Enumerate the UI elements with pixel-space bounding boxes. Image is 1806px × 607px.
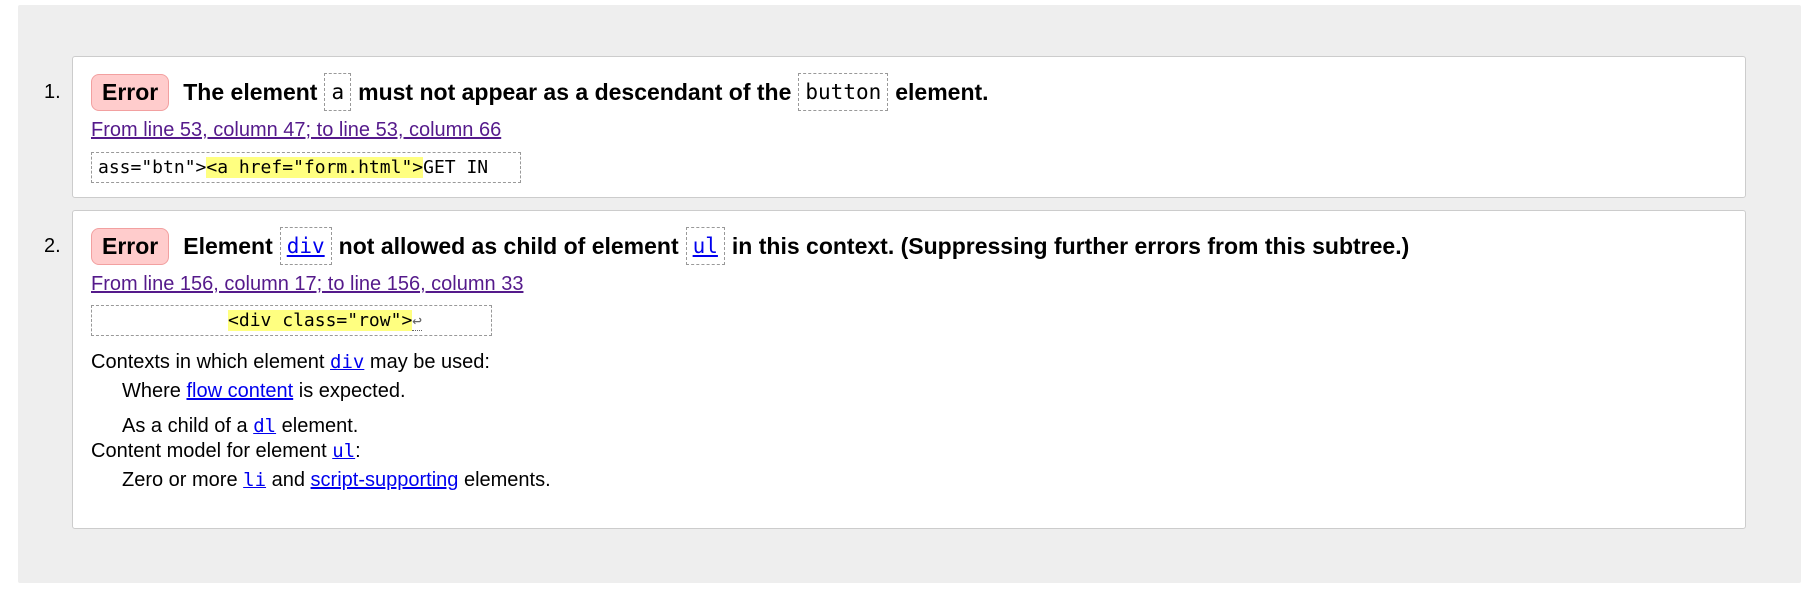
div-element-link[interactable]: div [330, 351, 364, 373]
script-supporting-link[interactable]: script-supporting [311, 469, 459, 491]
zero-or-more-line: Zero or more li and script-supporting el… [91, 469, 551, 492]
details-text: Zero or more [122, 469, 238, 491]
line-feed-marker: ↩ [412, 311, 422, 331]
result-number: 1. [44, 81, 61, 103]
results-list: 1. Error The element a must not appear a… [18, 56, 1801, 541]
details-text: Where [122, 380, 181, 402]
result-item-2: 2. Error Element div not allowed as chil… [44, 210, 1746, 529]
extract-before: ass="btn"> [98, 157, 207, 178]
details-text: and [271, 469, 305, 491]
element-code: div [279, 227, 332, 265]
location-link[interactable]: From line 53, column 47; to line 53, col… [91, 119, 501, 142]
details-text: As a child of a [122, 415, 248, 437]
details-text: : [355, 440, 361, 462]
extract-highlight: <a href="form.html"> [206, 157, 424, 178]
dl-element-link[interactable]: dl [253, 415, 276, 437]
message-text: in this context. (Suppressing further er… [731, 232, 1410, 259]
code-extract: <div class="row">↩ [91, 305, 492, 336]
element-code: ul [685, 227, 725, 265]
where-line: Where flow content is expected. [91, 380, 406, 403]
details-text: element. [281, 415, 359, 437]
content-model-heading: Content model for element ul: [91, 440, 361, 463]
flow-content-link[interactable]: flow content [186, 380, 293, 402]
element-code: button [798, 73, 889, 111]
error-badge: Error [91, 227, 170, 265]
details-text: Contexts in which element [91, 351, 325, 373]
error-badge: Error [91, 73, 170, 111]
result-number: 2. [44, 235, 61, 257]
error-message: Error The element a must not appear as a… [91, 73, 989, 111]
error-message: Error Element div not allowed as child o… [91, 227, 1409, 265]
validation-results-panel: 1. Error The element a must not appear a… [18, 5, 1801, 583]
extract-highlight: <div class="row"> [228, 310, 413, 331]
extract-after: GET IN [423, 157, 489, 178]
message-text: Element [183, 232, 273, 259]
element-code-link[interactable]: ul [693, 234, 718, 258]
details-text: is expected. [298, 380, 406, 402]
result-item-1: 1. Error The element a must not appear a… [44, 56, 1746, 198]
message-text: not allowed as child of element [338, 232, 679, 259]
code-extract: ass="btn"><a href="form.html">GET IN [91, 152, 521, 183]
details-text: elements. [463, 469, 551, 491]
extract-before [98, 310, 228, 331]
ul-element-link[interactable]: ul [332, 440, 355, 462]
element-code: a [324, 73, 352, 111]
location-link[interactable]: From line 156, column 17; to line 156, c… [91, 273, 523, 296]
child-of-line: As a child of a dl element. [91, 415, 358, 438]
details-text: may be used: [369, 351, 490, 373]
contexts-heading: Contexts in which element div may be use… [91, 351, 490, 374]
message-text: must not appear as a descendant of the [358, 78, 792, 105]
message-text: element. [895, 78, 989, 105]
details-text: Content model for element [91, 440, 327, 462]
message-text: The element [183, 78, 318, 105]
li-element-link[interactable]: li [243, 469, 266, 491]
element-code-link[interactable]: div [287, 234, 325, 258]
